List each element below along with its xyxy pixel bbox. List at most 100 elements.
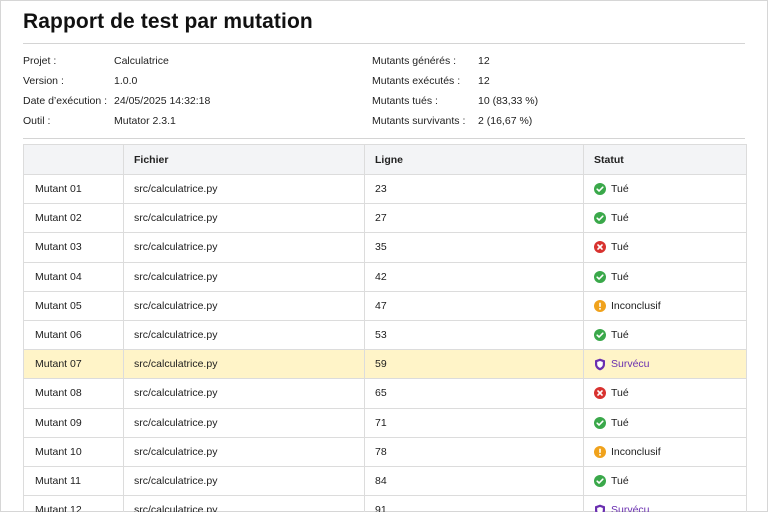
mutant-id: Mutant 11 [23,465,124,497]
table-row: Mutant 01 src/calculatrice.py 23 Tué [23,173,747,205]
table-row: Mutant 05 src/calculatrice.py 47 Inconclusi… [23,290,747,321]
mutant-status: Tué [583,319,747,351]
cross-icon [594,387,606,400]
mutant-line: 35 [364,232,584,263]
mutant-id: Mutant 01 [23,173,124,205]
warning-icon [594,445,606,458]
mutant-id: Mutant 05 [23,290,124,321]
mutant-file: src/calculatrice.py [123,290,365,321]
status-label: Tué [611,183,629,196]
status-label: Tué [611,416,629,429]
mutants-table: Fichier Ligne Statut Mutant 01 src/calcul… [23,144,747,512]
mutant-status: Tué [583,173,747,205]
table-row: Mutant 04 src/calculatrice.py 42 Tué [23,261,747,292]
mutant-status: Survécu [583,349,747,380]
mutant-id: Mutant 07 [23,349,124,380]
mutant-status: Tué [583,261,747,292]
mutant-file: src/calculatrice.py [123,349,365,380]
mutant-id: Mutant 02 [23,203,124,234]
table-row: Mutant 10 src/calculatrice.py 78 Inconclusi… [23,436,747,467]
mutant-file: src/calculatrice.py [123,203,365,234]
status-label: Tué [611,387,629,400]
mutant-id: Mutant 06 [23,319,124,351]
mutant-line: 78 [364,436,584,467]
mutant-file: src/calculatrice.py [123,436,365,467]
mutant-file: src/calculatrice.py [123,232,365,263]
mutant-id: Mutant 12 [23,495,124,512]
summary-label: Mutants générés : [372,55,457,67]
table-row: Mutant 02 src/calculatrice.py 27 Tué [23,203,747,234]
section-divider [23,138,745,139]
mutant-line: 27 [364,203,584,234]
mutant-id: Mutant 10 [23,436,124,467]
meta-value: Calculatrice [114,55,169,67]
column-header-file: Fichier [123,144,365,175]
table-row: Mutant 07 src/calculatrice.py 59 Survécu [23,349,747,380]
meta-row-project: Projet : Calculatrice [23,51,210,71]
status-label: Tué [611,329,629,342]
summary-label: Mutants exécutés : [372,75,461,87]
mutant-status: Tué [583,378,747,409]
mutant-line: 84 [364,465,584,497]
summary-value: 12 [478,55,490,67]
mutant-status: Tué [583,407,747,438]
status-label: Tué [611,270,629,283]
status-label: Inconclusif [611,299,661,312]
cross-icon [594,241,606,254]
table-header-row: Fichier Ligne Statut [23,144,747,175]
summary-value: 2 (16,67 %) [478,115,533,127]
warning-icon [594,299,606,312]
meta-row-version: Version : 1.0.0 [23,71,210,91]
mutant-status: Tué [583,232,747,263]
mutant-line: 42 [364,261,584,292]
meta-label: Outil : [23,115,51,127]
summary-label: Mutants survivants : [372,115,466,127]
meta-value: 24/05/2025 14:32:18 [114,95,211,107]
meta-label: Version : [23,75,64,87]
mutant-line: 91 [364,495,584,512]
mutant-line: 53 [364,319,584,351]
status-label: Tué [611,241,629,254]
column-header-line: Ligne [364,144,584,175]
summary-value: 10 (83,33 %) [478,95,539,107]
check-icon [594,329,606,342]
summary-value: 12 [478,75,490,87]
mutant-file: src/calculatrice.py [123,495,365,512]
mutant-status: Tué [583,465,747,497]
meta-row-tool: Outil : Mutator 2.3.1 [23,111,210,131]
meta-value: Mutator 2.3.1 [114,115,176,127]
meta-label: Date d’exécution : [23,95,108,107]
mutant-status: Survécu [583,495,747,512]
table-row: Mutant 11 src/calculatrice.py 84 Tué [23,465,747,497]
mutant-line: 59 [364,349,584,380]
column-header-status: Statut [583,144,747,175]
check-icon [594,474,606,487]
table-row: Mutant 12 src/calculatrice.py 91 Survécu [23,495,747,512]
status-label: Inconclusif [611,445,661,458]
mutant-file: src/calculatrice.py [123,378,365,409]
table-row: Mutant 03 src/calculatrice.py 35 Tué [23,232,747,263]
status-label: Survécu [611,358,650,371]
status-label: Survécu [611,504,650,512]
mutant-line: 65 [364,378,584,409]
summary-row-executed: Mutants exécutés : 12 [372,71,538,91]
mutant-line: 71 [364,407,584,438]
summary-label: Mutants tués : [372,95,438,107]
status-label: Tué [611,474,629,487]
shield-icon [594,504,606,512]
mutant-line: 47 [364,290,584,321]
mutant-file: src/calculatrice.py [123,173,365,205]
mutant-file: src/calculatrice.py [123,319,365,351]
table-row: Mutant 06 src/calculatrice.py 53 Tué [23,319,747,351]
mutant-id: Mutant 09 [23,407,124,438]
summary-row-killed: Mutants tués : 10 (83,33 %) [372,91,538,111]
mutant-line: 23 [364,173,584,205]
table-row: Mutant 08 src/calculatrice.py 65 Tué [23,378,747,409]
status-label: Tué [611,212,629,225]
mutant-file: src/calculatrice.py [123,465,365,497]
report-page: Rapport de test par mutation Projet : Ca… [0,0,768,512]
mutant-id: Mutant 03 [23,232,124,263]
check-icon [594,270,606,283]
mutant-summary: Mutants générés : 12 Mutants exécutés : … [372,51,538,131]
summary-row-survived: Mutants survivants : 2 (16,67 %) [372,111,538,131]
